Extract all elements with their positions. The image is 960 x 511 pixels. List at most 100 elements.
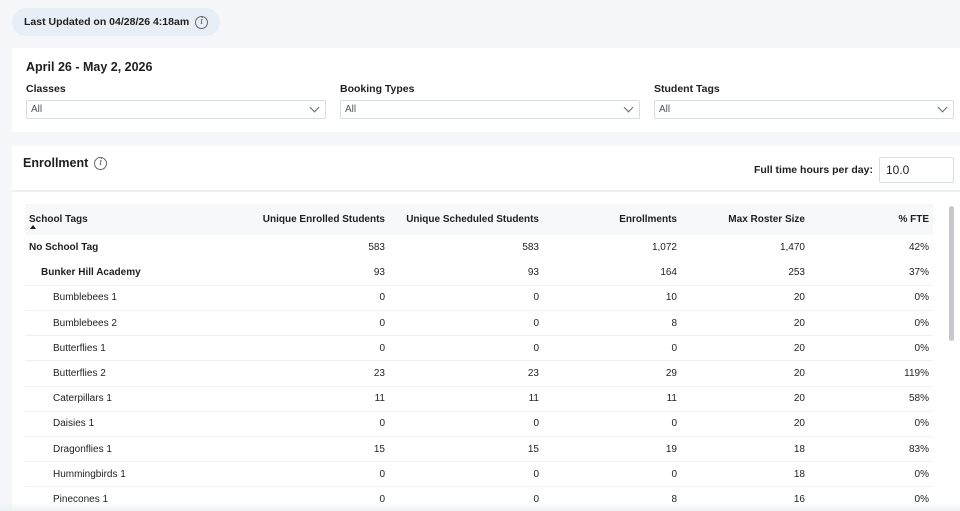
cell-fte: 58%	[809, 386, 933, 412]
booking-types-select[interactable]: All	[340, 100, 640, 119]
cell-scheduled: 11	[389, 386, 543, 412]
column-header-unique-enrolled[interactable]: Unique Enrolled Students	[215, 204, 389, 235]
filter-panel: April 26 - May 2, 2026 Classes All Booki…	[12, 48, 960, 132]
student-tags-label: Student Tags	[654, 83, 720, 95]
cell-max-roster: 20	[681, 285, 809, 312]
scrollbar-thumb[interactable]	[949, 206, 954, 341]
cell-fte: 0%	[809, 411, 933, 438]
cell-enrollments: 19	[543, 436, 681, 463]
info-icon[interactable]: i	[195, 15, 209, 29]
bottom-fade	[0, 503, 960, 511]
cell-fte: 119%	[809, 360, 933, 387]
table-row[interactable]: Butterflies 1 0 0 0 20 0%	[25, 335, 933, 362]
cell-fte: 37%	[809, 260, 933, 286]
cell-fte: 0%	[809, 461, 933, 488]
row-name: Daisies 1	[25, 411, 215, 438]
info-icon[interactable]: i	[94, 156, 108, 170]
date-range-title: April 26 - May 2, 2026	[26, 60, 153, 74]
cell-fte: 0%	[809, 310, 933, 337]
classes-label: Classes	[26, 83, 66, 95]
sort-ascending-icon	[30, 225, 36, 229]
table-row[interactable]: Daisies 1 0 0 0 20 0%	[25, 411, 933, 438]
enrollment-title-text: Enrollment	[23, 156, 89, 170]
classes-filter: Classes All	[26, 83, 326, 119]
table-row[interactable]: Bunker Hill Academy 93 93 164 253 37%	[25, 260, 933, 286]
table-row[interactable]: Caterpillars 1 11 11 11 20 58%	[25, 386, 933, 412]
cell-fte: 0%	[809, 285, 933, 312]
table-row[interactable]: Bumblebees 2 0 0 8 20 0%	[25, 310, 933, 337]
table-row[interactable]: Hummingbirds 1 0 0 0 18 0%	[25, 461, 933, 488]
cell-max-roster: 20	[681, 386, 809, 412]
cell-max-roster: 20	[681, 310, 809, 337]
table-body: No School Tag 583 583 1,072 1,470 42% Bu…	[25, 235, 933, 511]
cell-enrolled: 11	[215, 386, 389, 412]
table-row[interactable]: Butterflies 2 23 23 29 20 119%	[25, 360, 933, 387]
cell-enrolled: 0	[215, 461, 389, 488]
enrollment-header: Enrollment i Full time hours per day:	[12, 146, 960, 192]
cell-enrollments: 29	[543, 360, 681, 387]
chevron-down-icon	[623, 102, 634, 113]
table-row[interactable]: Bumblebees 1 0 0 10 20 0%	[25, 285, 933, 312]
cell-enrollments: 0	[543, 461, 681, 488]
cell-scheduled: 0	[389, 411, 543, 438]
row-name: Butterflies 2	[25, 360, 215, 387]
column-header-label: School Tags	[29, 214, 88, 225]
cell-max-roster: 253	[681, 260, 809, 286]
row-name: No School Tag	[29, 242, 99, 254]
cell-max-roster: 18	[681, 436, 809, 463]
fte-label: Full time hours per day:	[753, 164, 873, 176]
cell-enrollments: 164	[543, 260, 681, 286]
cell-enrolled: 0	[215, 335, 389, 362]
table-row[interactable]: Dragonflies 1 15 15 19 18 83%	[25, 436, 933, 463]
cell-max-roster: 18	[681, 461, 809, 488]
column-header-max-roster[interactable]: Max Roster Size	[681, 204, 809, 235]
table-header-row: School Tags Unique Enrolled Students Uni…	[25, 204, 933, 235]
cell-scheduled: 583	[522, 242, 539, 254]
column-header-school-tags[interactable]: School Tags	[25, 204, 215, 235]
row-name: Bumblebees 1	[25, 285, 215, 312]
cell-enrolled: 0	[215, 285, 389, 312]
cell-enrollments: 8	[543, 310, 681, 337]
last-updated-text: Last Updated on 04/28/26 4:18am	[24, 16, 190, 28]
cell-enrolled: 0	[215, 310, 389, 337]
cell-max-roster: 20	[681, 360, 809, 387]
fte-setting: Full time hours per day:	[754, 157, 954, 183]
row-name: Hummingbirds 1	[25, 461, 215, 488]
row-name: Butterflies 1	[25, 335, 215, 362]
column-header-fte[interactable]: % FTE	[809, 204, 933, 235]
cell-enrolled: 15	[215, 436, 389, 463]
table-scrollbar[interactable]	[949, 206, 954, 506]
cell-enrolled: 93	[215, 260, 389, 286]
table-row[interactable]: No School Tag 583 583 1,072 1,470 42%	[25, 235, 933, 260]
fte-hours-input[interactable]	[879, 157, 954, 183]
column-header-enrollments[interactable]: Enrollments	[543, 204, 681, 235]
chevron-down-icon	[937, 102, 948, 113]
cell-fte: 0%	[809, 335, 933, 362]
top-bar: Last Updated on 04/28/26 4:18am i	[0, 0, 960, 46]
classes-value: All	[31, 104, 43, 115]
cell-fte: 83%	[809, 436, 933, 463]
cell-fte: 42%	[908, 242, 929, 254]
enrollment-title: Enrollment i	[23, 156, 108, 170]
enrollment-panel: Enrollment i Full time hours per day: Sc…	[12, 146, 960, 511]
column-header-unique-scheduled[interactable]: Unique Scheduled Students	[389, 204, 543, 235]
cell-scheduled: 0	[389, 285, 543, 312]
cell-scheduled: 0	[389, 461, 543, 488]
student-tags-filter: Student Tags All	[654, 83, 954, 119]
cell-enrollments: 0	[543, 411, 681, 438]
classes-select[interactable]: All	[26, 100, 326, 119]
booking-types-value: All	[345, 104, 357, 115]
cell-scheduled: 15	[389, 436, 543, 463]
cell-scheduled: 0	[389, 310, 543, 337]
cell-max-roster: 20	[681, 335, 809, 362]
cell-enrollments: 1,072	[651, 242, 677, 254]
student-tags-select[interactable]: All	[654, 100, 954, 119]
booking-types-label: Booking Types	[340, 83, 415, 95]
enrollment-table: School Tags Unique Enrolled Students Uni…	[25, 204, 933, 511]
cell-max-roster: 20	[681, 411, 809, 438]
enrollment-table-container: School Tags Unique Enrolled Students Uni…	[25, 204, 933, 511]
chevron-down-icon	[309, 102, 320, 113]
cell-max-roster: 1,470	[779, 242, 805, 254]
row-name: Bumblebees 2	[25, 310, 215, 337]
cell-scheduled: 0	[389, 335, 543, 362]
